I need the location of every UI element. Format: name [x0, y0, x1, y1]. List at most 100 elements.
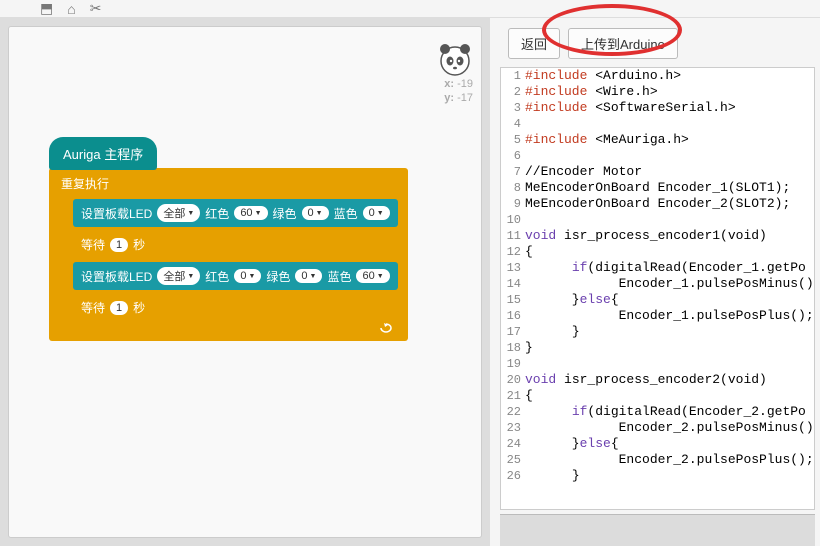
red-value[interactable]: 0▼	[234, 269, 261, 283]
code-line[interactable]: 24 }else{	[501, 436, 814, 452]
code-line[interactable]: 15 }else{	[501, 292, 814, 308]
code-line[interactable]: 9MeEncoderOnBoard Encoder_2(SLOT2);	[501, 196, 814, 212]
wait-block[interactable]: 等待 1 秒	[73, 231, 153, 258]
code-text: }else{	[525, 436, 619, 452]
stage-panel: x: -19 y: -17 Auriga 主程序 重复执行 设置板载LED 全部…	[0, 18, 490, 546]
green-value[interactable]: 0▼	[302, 206, 329, 220]
block-text: 蓝色	[327, 268, 351, 285]
code-text: Encoder_1.pulsePosMinus()	[525, 276, 814, 292]
code-line[interactable]: 13 if(digitalRead(Encoder_1.getPo	[501, 260, 814, 276]
wait-value[interactable]: 1	[110, 238, 128, 252]
code-text: #include <SoftwareSerial.h>	[525, 100, 736, 116]
code-text: {	[525, 244, 533, 260]
line-number: 26	[501, 468, 525, 484]
code-line[interactable]: 4	[501, 116, 814, 132]
code-text: }	[525, 468, 580, 484]
code-panel: 返回 上传到Arduino 1#include <Arduino.h>2#inc…	[490, 18, 820, 546]
code-text: #include <Arduino.h>	[525, 68, 681, 84]
set-led-block[interactable]: 设置板载LED 全部▼ 红色 0▼ 绿色 0▼ 蓝色 60▼	[73, 262, 398, 290]
line-number: 3	[501, 100, 525, 116]
code-line[interactable]: 25 Encoder_2.pulsePosPlus();	[501, 452, 814, 468]
code-line[interactable]: 8MeEncoderOnBoard Encoder_1(SLOT1);	[501, 180, 814, 196]
code-line[interactable]: 26 }	[501, 468, 814, 484]
loop-body: 设置板载LED 全部▼ 红色 60▼ 绿色 0▼ 蓝色 0▼ 等待 1	[59, 199, 398, 323]
line-number: 21	[501, 388, 525, 404]
code-line[interactable]: 18}	[501, 340, 814, 356]
line-number: 17	[501, 324, 525, 340]
block-text: 等待	[81, 299, 105, 316]
code-text: Encoder_1.pulsePosPlus();	[525, 308, 814, 324]
port-dropdown[interactable]: 全部▼	[157, 204, 200, 222]
code-toolbar: 返回 上传到Arduino	[490, 18, 820, 67]
code-line[interactable]: 17 }	[501, 324, 814, 340]
code-line[interactable]: 3#include <SoftwareSerial.h>	[501, 100, 814, 116]
line-number: 9	[501, 196, 525, 212]
block-text: 设置板载LED	[81, 205, 152, 222]
block-text: 秒	[133, 236, 145, 253]
code-text: void isr_process_encoder1(void)	[525, 228, 767, 244]
toolbar-icon[interactable]: ✂	[90, 0, 102, 17]
top-toolbar: ⬒ ⌂ ✂	[0, 0, 820, 18]
code-text: Encoder_2.pulsePosPlus();	[525, 452, 814, 468]
port-dropdown[interactable]: 全部▼	[157, 267, 200, 285]
line-number: 7	[501, 164, 525, 180]
code-line[interactable]: 22 if(digitalRead(Encoder_2.getPo	[501, 404, 814, 420]
code-line[interactable]: 1#include <Arduino.h>	[501, 68, 814, 84]
code-text: if(digitalRead(Encoder_2.getPo	[525, 404, 806, 420]
line-number: 2	[501, 84, 525, 100]
code-line[interactable]: 7//Encoder Motor	[501, 164, 814, 180]
code-text: }	[525, 340, 533, 356]
code-text: #include <Wire.h>	[525, 84, 658, 100]
line-number: 6	[501, 148, 525, 164]
set-led-block[interactable]: 设置板载LED 全部▼ 红色 60▼ 绿色 0▼ 蓝色 0▼	[73, 199, 398, 227]
code-line[interactable]: 6	[501, 148, 814, 164]
line-number: 20	[501, 372, 525, 388]
hat-block[interactable]: Auriga 主程序	[49, 137, 157, 170]
code-text: Encoder_2.pulsePosMinus()	[525, 420, 814, 436]
main-split: x: -19 y: -17 Auriga 主程序 重复执行 设置板载LED 全部…	[0, 18, 820, 546]
back-button[interactable]: 返回	[508, 28, 560, 59]
line-number: 24	[501, 436, 525, 452]
code-editor[interactable]: 1#include <Arduino.h>2#include <Wire.h>3…	[500, 67, 815, 510]
wait-block[interactable]: 等待 1 秒	[73, 294, 153, 321]
code-line[interactable]: 10	[501, 212, 814, 228]
code-text: }else{	[525, 292, 619, 308]
forever-loop-block[interactable]: 重复执行 设置板载LED 全部▼ 红色 60▼ 绿色 0▼ 蓝色 0▼	[49, 168, 408, 341]
toolbar-icon[interactable]: ⬒	[40, 0, 53, 17]
code-line[interactable]: 2#include <Wire.h>	[501, 84, 814, 100]
line-number: 15	[501, 292, 525, 308]
code-text: #include <MeAuriga.h>	[525, 132, 689, 148]
green-value[interactable]: 0▼	[295, 269, 322, 283]
block-text: 绿色	[273, 205, 297, 222]
code-line[interactable]: 21{	[501, 388, 814, 404]
line-number: 1	[501, 68, 525, 84]
red-value[interactable]: 60▼	[234, 206, 267, 220]
block-text: 红色	[205, 268, 229, 285]
code-line[interactable]: 5#include <MeAuriga.h>	[501, 132, 814, 148]
block-stack[interactable]: Auriga 主程序 重复执行 设置板载LED 全部▼ 红色 60▼ 绿色 0▼…	[49, 137, 408, 341]
panda-sprite-icon[interactable]	[435, 39, 475, 79]
sprite-coords: x: -19 y: -17	[444, 77, 473, 105]
block-text: 等待	[81, 236, 105, 253]
code-line[interactable]: 19	[501, 356, 814, 372]
line-number: 12	[501, 244, 525, 260]
toolbar-icon[interactable]: ⌂	[67, 1, 75, 17]
code-line[interactable]: 14 Encoder_1.pulsePosMinus()	[501, 276, 814, 292]
line-number: 5	[501, 132, 525, 148]
upload-arduino-button[interactable]: 上传到Arduino	[568, 28, 678, 59]
wait-value[interactable]: 1	[110, 301, 128, 315]
scratch-stage[interactable]: x: -19 y: -17 Auriga 主程序 重复执行 设置板载LED 全部…	[8, 26, 482, 538]
block-text: 设置板载LED	[81, 268, 152, 285]
output-console[interactable]	[500, 514, 815, 546]
block-text: 蓝色	[334, 205, 358, 222]
blue-value[interactable]: 0▼	[363, 206, 390, 220]
blue-value[interactable]: 60▼	[356, 269, 389, 283]
code-line[interactable]: 16 Encoder_1.pulsePosPlus();	[501, 308, 814, 324]
code-line[interactable]: 23 Encoder_2.pulsePosMinus()	[501, 420, 814, 436]
code-text: MeEncoderOnBoard Encoder_2(SLOT2);	[525, 196, 790, 212]
code-text: //Encoder Motor	[525, 164, 642, 180]
code-line[interactable]: 20void isr_process_encoder2(void)	[501, 372, 814, 388]
loop-label: 重复执行	[59, 173, 398, 197]
code-line[interactable]: 12{	[501, 244, 814, 260]
code-line[interactable]: 11void isr_process_encoder1(void)	[501, 228, 814, 244]
